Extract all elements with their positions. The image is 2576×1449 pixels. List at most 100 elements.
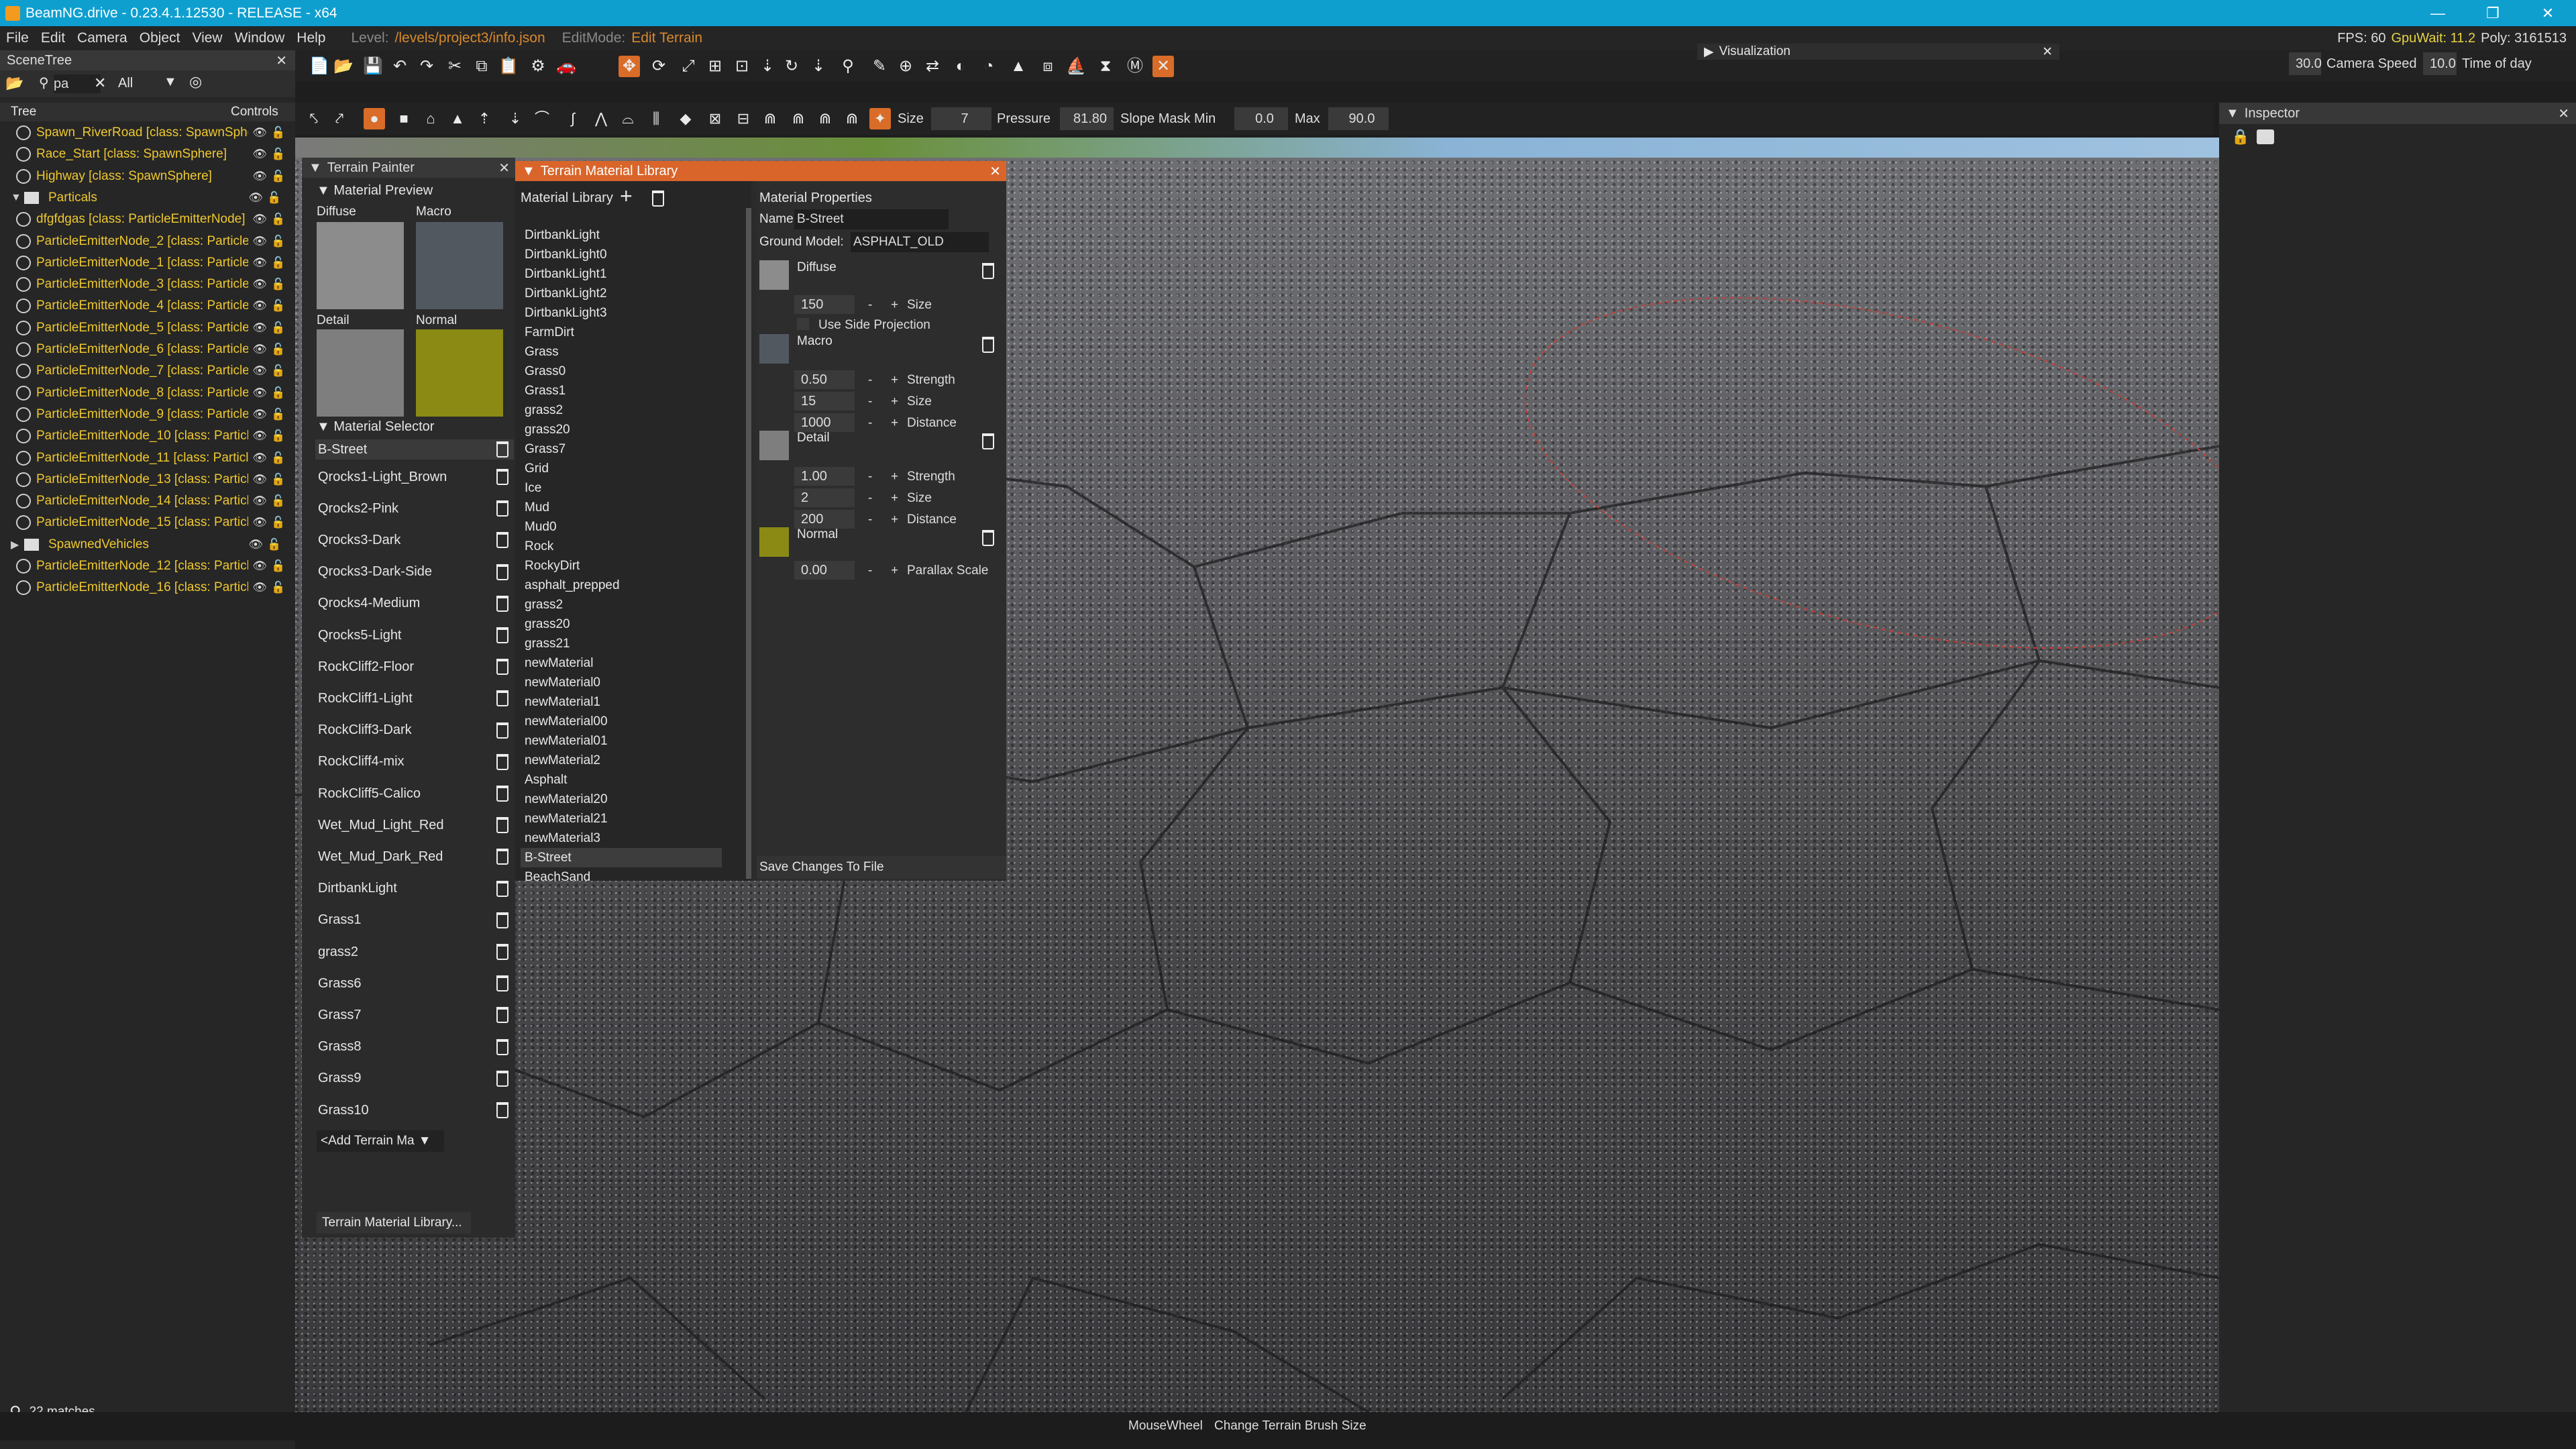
curve-icon[interactable]: ∫ <box>562 108 584 129</box>
material-selector-item[interactable]: Wet_Mud_Light_Red <box>315 812 514 839</box>
material-list-item[interactable]: Grass <box>521 342 722 362</box>
time-of-day-input[interactable]: 10.0 <box>2423 52 2457 75</box>
material-list-item[interactable]: newMaterial2 <box>521 751 722 770</box>
material-list-item[interactable]: Grass7 <box>521 439 722 459</box>
detail-distance-plus[interactable]: + <box>891 513 898 527</box>
material-selector-item[interactable]: B-Street <box>315 439 514 460</box>
material-selector-item[interactable]: RockCliff1-Light <box>315 685 514 712</box>
material-selector-item[interactable]: Grass7 <box>315 1002 514 1028</box>
lock-icon[interactable]: 🔓 <box>271 559 286 574</box>
lock-icon[interactable]: 🔓 <box>271 451 286 466</box>
material-list-item[interactable]: grass21 <box>521 634 722 653</box>
material-list-item[interactable]: Asphalt <box>521 770 722 790</box>
layers-icon[interactable]: ⧈ <box>1037 56 1059 77</box>
normal-swatch[interactable] <box>759 527 789 557</box>
lock-icon[interactable]: 🔓 <box>271 580 286 595</box>
diffuse-size-plus[interactable]: + <box>891 298 898 313</box>
delete-icon[interactable] <box>496 722 508 739</box>
normal-delete-icon[interactable] <box>982 530 994 546</box>
material-list-item[interactable]: newMaterial0 <box>521 673 722 692</box>
undo-icon[interactable]: ↶ <box>389 56 411 77</box>
select-tool-icon[interactable]: ⤣ <box>303 108 325 129</box>
macro-distance-minus[interactable]: - <box>868 416 872 431</box>
lock-icon[interactable]: 🔓 <box>271 494 286 508</box>
new-icon[interactable] <box>2257 129 2274 144</box>
chevron-down-icon[interactable]: ▼ <box>309 160 322 176</box>
detail-strength-input[interactable]: 1.00 <box>794 467 855 486</box>
copy-icon[interactable]: ⧉ <box>471 56 492 77</box>
delete-material-icon[interactable] <box>652 191 664 207</box>
forest-icon[interactable]: ⧗ <box>1095 56 1116 77</box>
menu-object[interactable]: Object <box>133 30 186 46</box>
pressure-input[interactable]: 81.80 <box>1060 107 1114 130</box>
ground-model-input[interactable] <box>851 232 989 252</box>
tree-item[interactable]: dfgfdgas [class: ParticleEmitterNode] 👁 🔓 <box>0 209 295 230</box>
delete-icon[interactable] <box>496 1102 508 1118</box>
delete-icon[interactable] <box>496 469 508 485</box>
macro-strength-input[interactable]: 0.50 <box>794 370 855 389</box>
brush-size-input[interactable]: 7 <box>931 107 991 130</box>
expand-chevron-icon[interactable]: ▼ <box>11 192 21 204</box>
visibility-icon[interactable]: 👁 <box>252 234 267 249</box>
visibility-icon[interactable]: 👁 <box>252 386 267 400</box>
menu-file[interactable]: File <box>0 30 35 46</box>
settings-icon[interactable]: ⚙ <box>527 56 549 77</box>
material-name-input[interactable] <box>794 209 949 229</box>
material-preview-heading[interactable]: ▼ Material Preview <box>317 183 433 199</box>
visibility-icon[interactable]: 👁 <box>252 299 267 313</box>
material-selector-item[interactable]: Qrocks1-Light_Brown <box>315 464 514 490</box>
delete-icon[interactable] <box>496 500 508 517</box>
material-selector-item[interactable]: Wet_Mud_Dark_Red <box>315 843 514 870</box>
brush-circle-icon[interactable]: ● <box>364 108 385 129</box>
visibility-icon[interactable]: 👁 <box>252 472 267 487</box>
diffuse-size-input[interactable]: 150 <box>794 295 855 314</box>
detail-delete-icon[interactable] <box>982 433 994 449</box>
material-list-item[interactable]: B-Street <box>521 848 722 867</box>
close-icon[interactable]: ✕ <box>2558 105 2569 122</box>
macro-size-minus[interactable]: - <box>868 394 872 409</box>
tunnel4-icon[interactable]: ⋒ <box>841 108 863 129</box>
filter-select[interactable]: All <box>118 76 133 91</box>
material-list-item[interactable]: DirtbankLight1 <box>521 264 722 284</box>
paint-icon[interactable]: ⊠ <box>704 108 726 129</box>
tree-item[interactable]: ParticleEmitterNode_9 [class: ParticleEm… <box>0 404 295 425</box>
parallax-scale-input[interactable]: 0.00 <box>794 561 855 580</box>
menu-camera[interactable]: Camera <box>71 30 133 46</box>
macro-strength-plus[interactable]: + <box>891 373 898 388</box>
delete-icon[interactable] <box>496 690 508 707</box>
clear-icon[interactable]: ◆ <box>675 108 696 129</box>
river-icon[interactable]: Ⓜ <box>1124 56 1146 77</box>
open-icon[interactable]: 📂 <box>333 56 354 77</box>
edit-icon[interactable]: ✎ <box>869 56 890 77</box>
tree-item[interactable]: ParticleEmitterNode_5 [class: ParticleEm… <box>0 317 295 339</box>
material-list-item[interactable]: grass20 <box>521 420 722 439</box>
delete-icon[interactable] <box>496 532 508 549</box>
redo-icon[interactable]: ↷ <box>416 56 437 77</box>
diffuse-size-minus[interactable]: - <box>868 298 872 313</box>
lock-icon[interactable]: 🔓 <box>271 364 286 378</box>
diffuse-delete-icon[interactable] <box>982 263 994 279</box>
delete-icon[interactable] <box>496 564 508 580</box>
add-material-icon[interactable]: + <box>620 185 633 207</box>
material-list-scrollbar[interactable] <box>746 208 751 879</box>
lock-icon[interactable]: 🔓 <box>271 515 286 530</box>
rotate-snap-icon[interactable]: ↻ <box>781 56 802 77</box>
detail-distance-input[interactable]: 200 <box>794 510 855 529</box>
detail-swatch[interactable] <box>759 431 789 460</box>
half-icon[interactable]: ◐ <box>950 56 971 77</box>
close-icon[interactable]: ✕ <box>2042 44 2053 60</box>
visibility-icon[interactable]: 👁 <box>248 537 263 552</box>
road-icon[interactable]: ⛵ <box>1065 56 1087 77</box>
expand-chevron-icon[interactable]: ▶ <box>11 538 19 551</box>
tree-item[interactable]: Highway [class: SpawnSphere] 👁 🔓 <box>0 166 295 187</box>
paint-material-icon[interactable]: ✦ <box>869 108 891 129</box>
delete-icon[interactable] <box>496 944 508 960</box>
chevron-down-icon[interactable]: ▼ <box>2226 106 2239 121</box>
material-selector-item[interactable]: RockCliff3-Dark <box>315 717 514 744</box>
tree-item[interactable]: ParticleEmitterNode_7 [class: ParticleEm… <box>0 360 295 382</box>
material-list-item[interactable]: Grid <box>521 459 722 478</box>
close-icon[interactable]: ✕ <box>1152 56 1174 77</box>
delete-icon[interactable] <box>496 753 508 770</box>
material-list-item[interactable]: newMaterial21 <box>521 809 722 828</box>
menu-window[interactable]: Window <box>229 30 291 46</box>
